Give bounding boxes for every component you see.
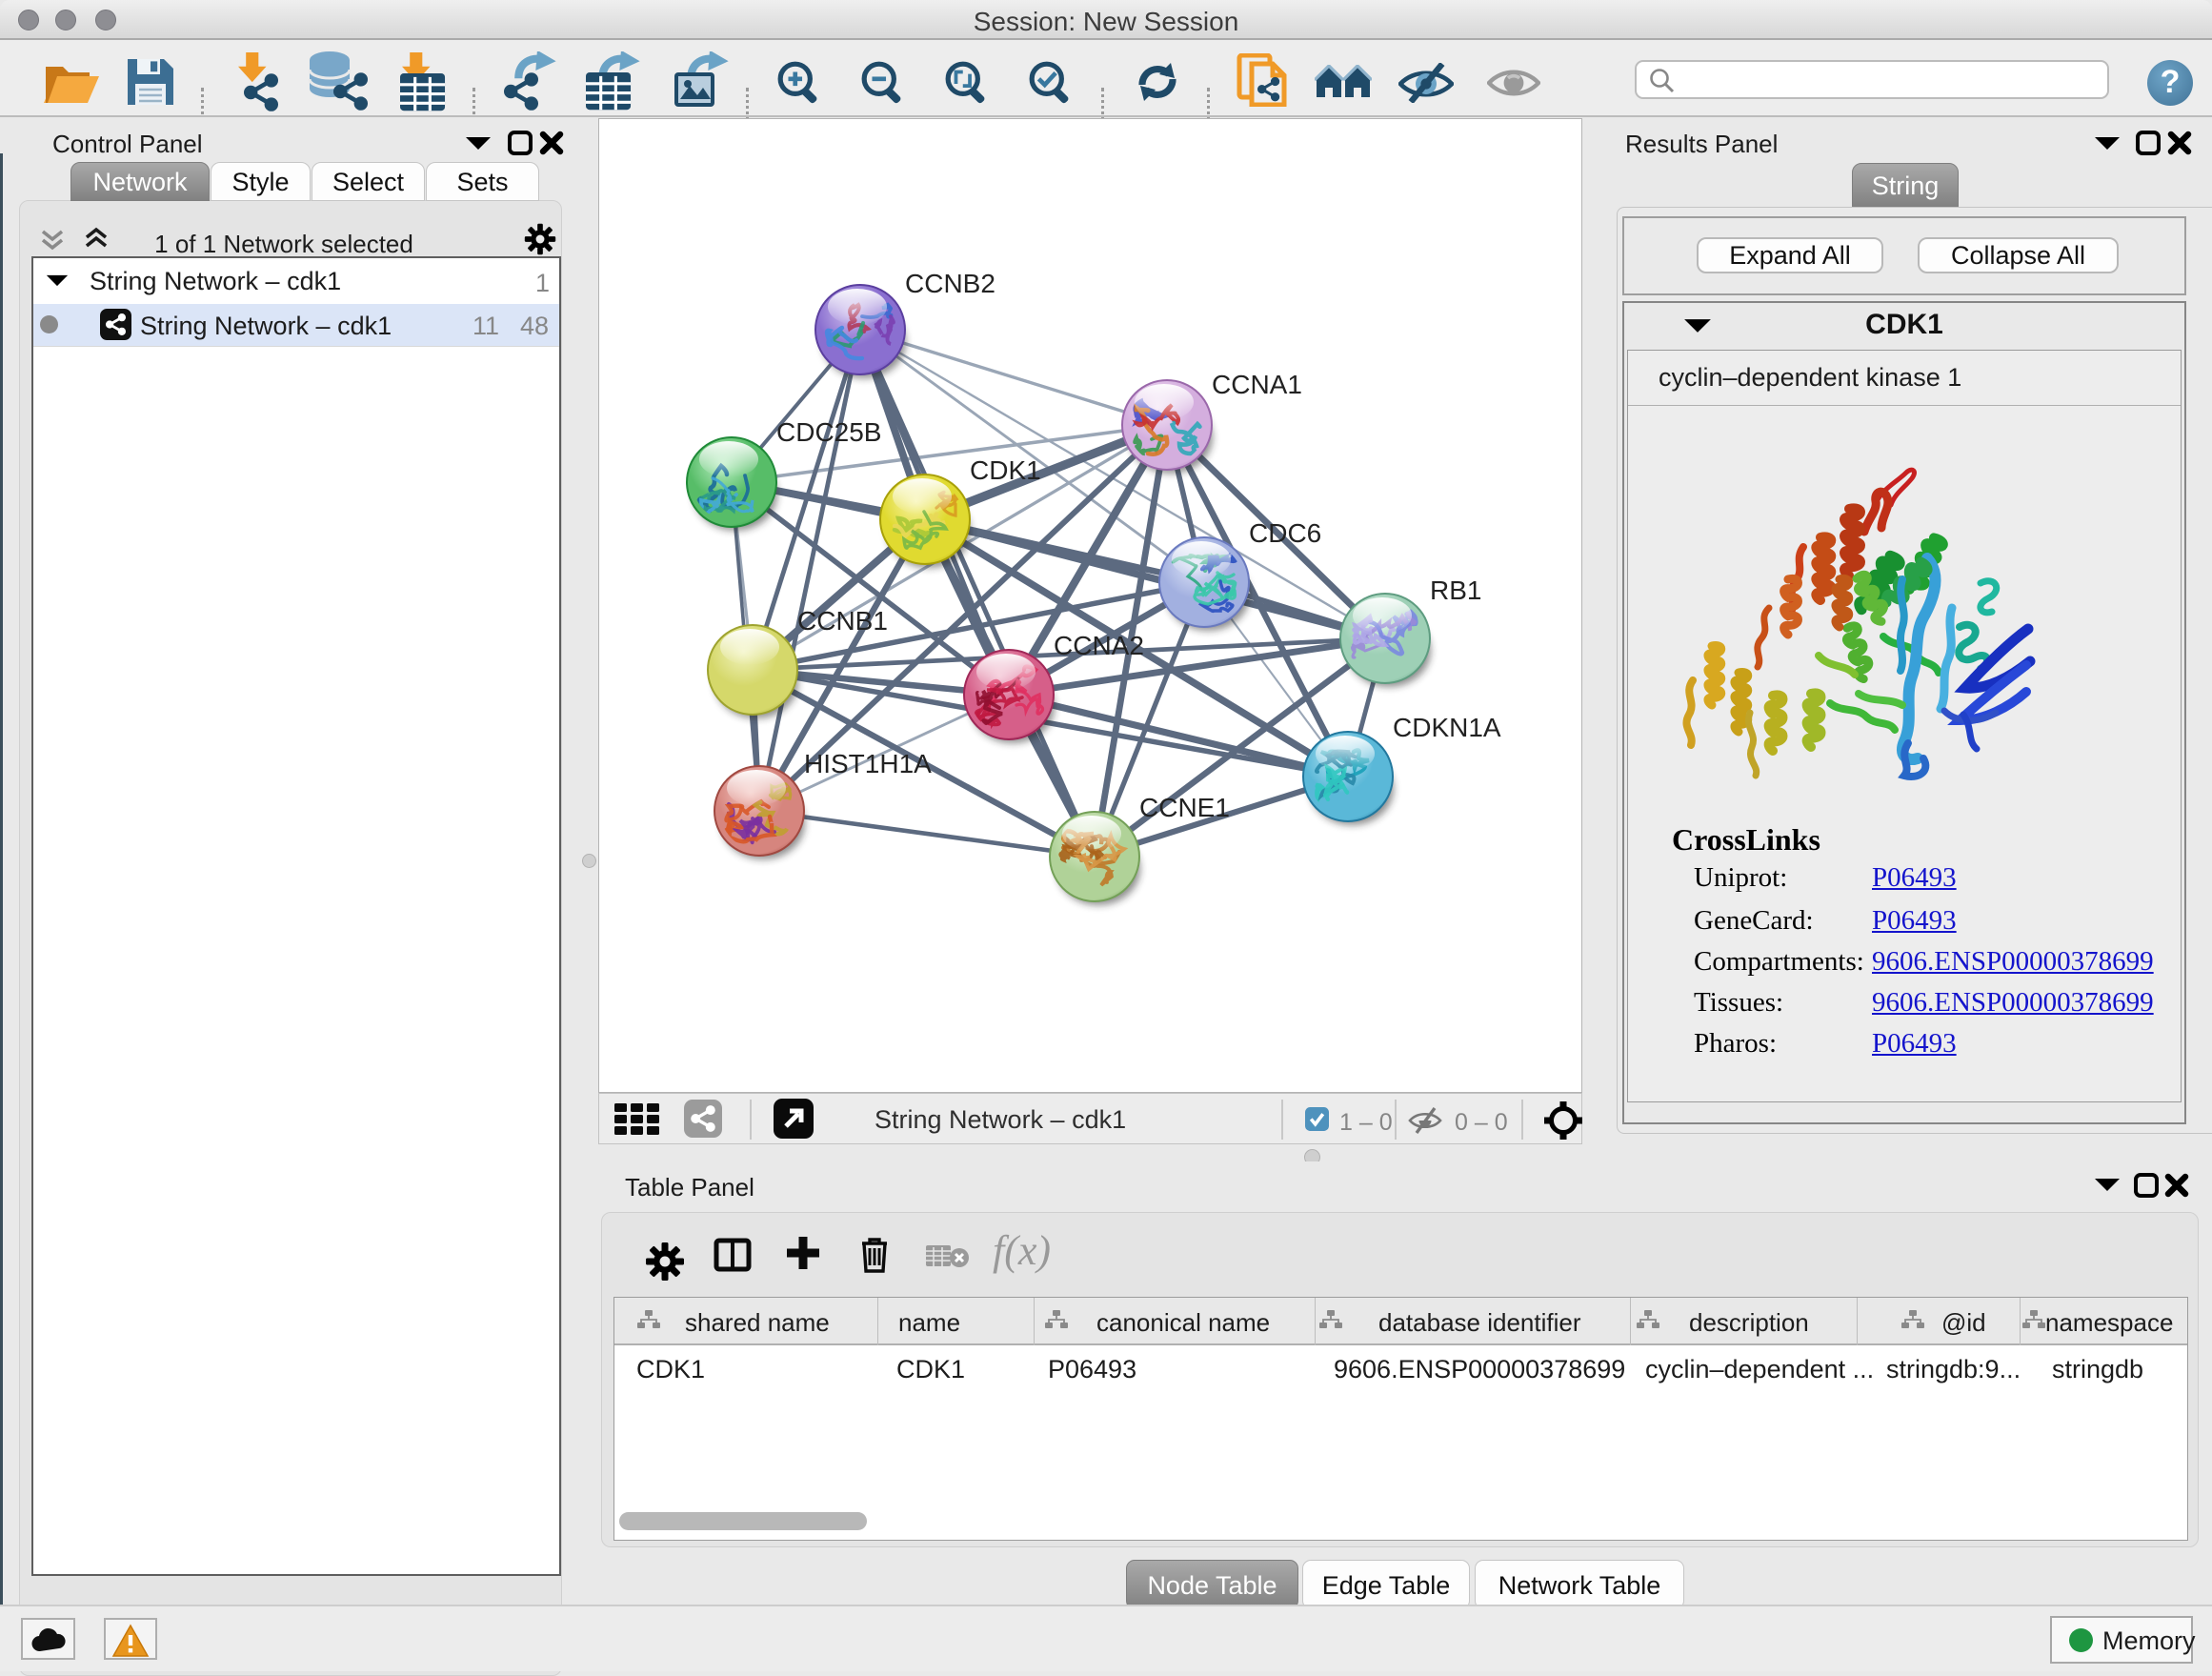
svg-text:CCNB1: CCNB1 <box>797 606 888 636</box>
svg-text:CDC25B: CDC25B <box>776 417 881 447</box>
svg-text:CCNA2: CCNA2 <box>1054 631 1144 660</box>
svg-text:RB1: RB1 <box>1430 575 1481 605</box>
svg-text:CDKN1A: CDKN1A <box>1393 713 1501 742</box>
svg-text:CCNE1: CCNE1 <box>1139 793 1230 822</box>
svg-text:CCNB2: CCNB2 <box>905 269 995 298</box>
svg-text:CDK1: CDK1 <box>970 455 1041 485</box>
svg-text:HIST1H1A: HIST1H1A <box>804 749 932 778</box>
svg-text:CDC6: CDC6 <box>1249 518 1321 548</box>
svg-text:CCNA1: CCNA1 <box>1212 370 1302 399</box>
